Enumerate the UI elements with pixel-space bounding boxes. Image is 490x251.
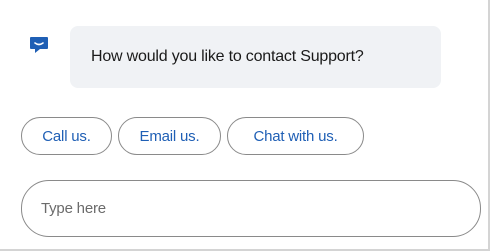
message-input[interactable] [39, 199, 463, 218]
chat-with-us-button[interactable]: Chat with us. [227, 117, 364, 155]
quick-reply-options: Call us. Email us. Chat with us. [21, 117, 364, 155]
email-us-button[interactable]: Email us. [118, 117, 221, 155]
chat-panel: How would you like to contact Support? C… [0, 0, 490, 251]
bot-message-text: How would you like to contact Support? [91, 48, 364, 65]
call-us-button[interactable]: Call us. [21, 117, 112, 155]
message-composer[interactable] [21, 180, 481, 237]
chat-bubble-icon [29, 35, 49, 55]
bot-message-bubble: How would you like to contact Support? [70, 26, 441, 88]
